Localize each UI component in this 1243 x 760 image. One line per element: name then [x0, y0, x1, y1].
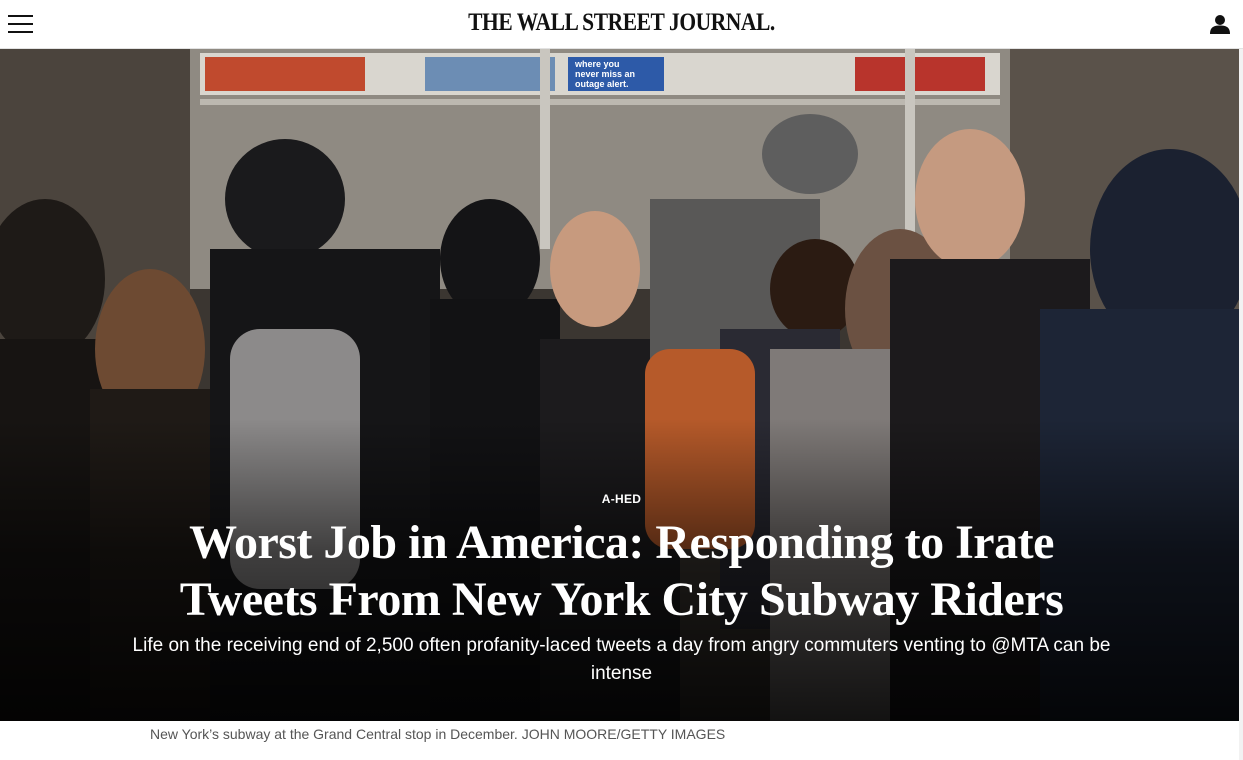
user-account-icon[interactable] — [1209, 13, 1231, 35]
article-dek: Life on the receiving end of 2,500 often… — [132, 635, 1111, 684]
top-navigation-bar: THE WALL STREET JOURNAL. — [0, 0, 1243, 49]
photo-caption: New York’s subway at the Grand Central s… — [150, 726, 726, 742]
article-headline: Worst Job in America: Responding to Irat… — [179, 516, 1064, 626]
article-kicker[interactable]: A-HED — [0, 492, 1243, 506]
hamburger-menu-icon[interactable] — [8, 13, 33, 35]
hero-section: where you never miss an outage alert. — [0, 49, 1243, 721]
masthead-logo[interactable]: THE WALL STREET JOURNAL. — [87, 9, 1156, 37]
page-scrollbar[interactable] — [1239, 49, 1243, 760]
